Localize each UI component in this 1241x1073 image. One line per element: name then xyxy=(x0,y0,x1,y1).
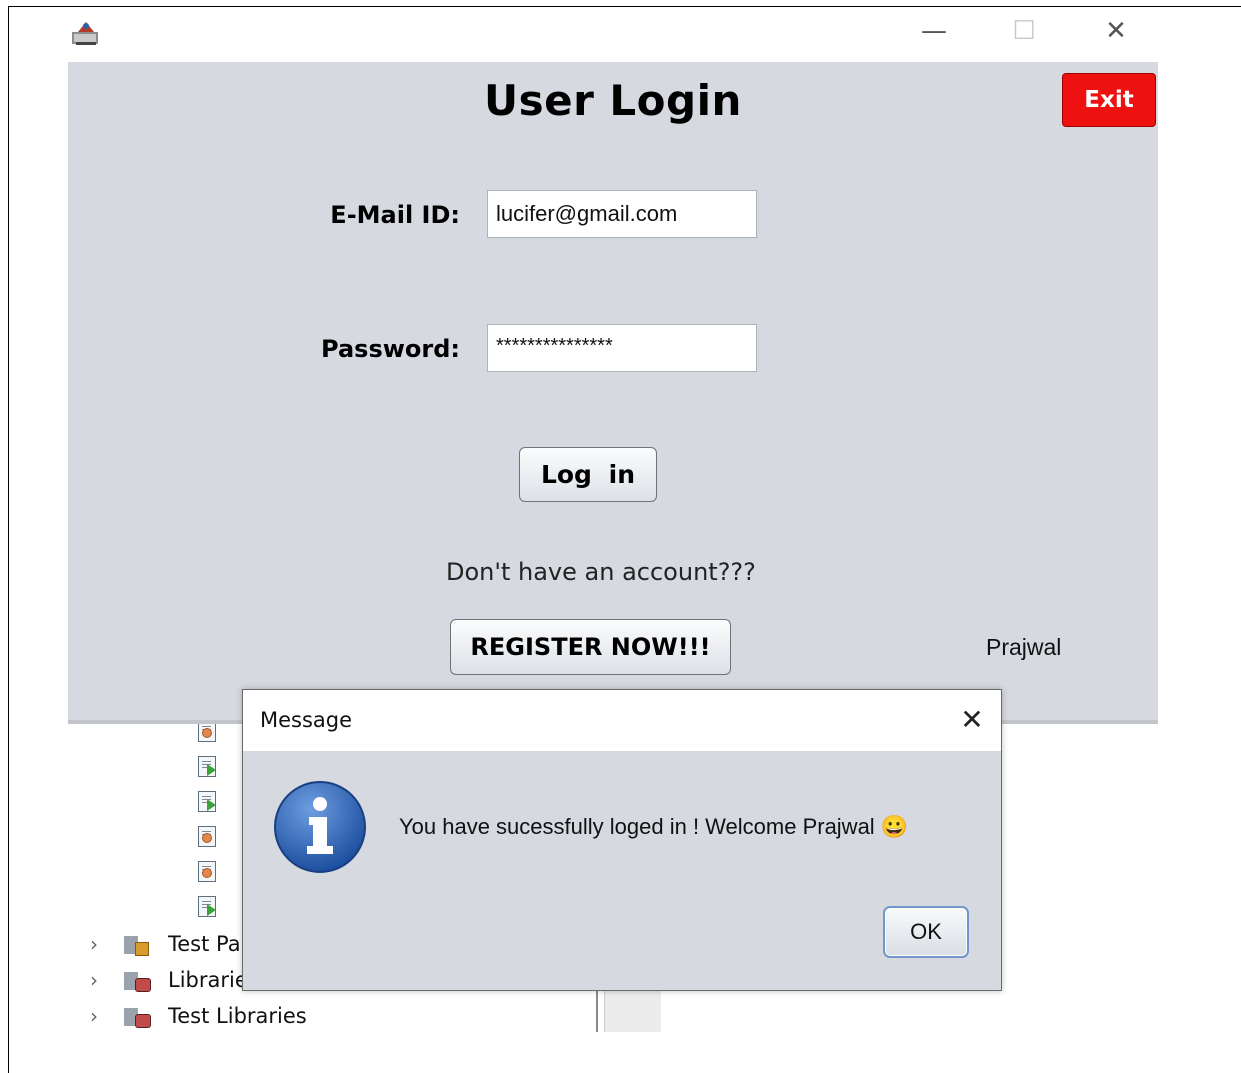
runnable-file-icon[interactable] xyxy=(195,893,227,919)
runnable-file-icon[interactable] xyxy=(195,753,227,779)
no-account-text: Don't have an account??? xyxy=(446,558,756,586)
close-icon[interactable]: ✕ xyxy=(957,702,987,736)
runnable-file-icon[interactable] xyxy=(195,788,227,814)
panel-divider[interactable] xyxy=(596,990,598,1032)
minimize-icon[interactable]: — xyxy=(914,14,954,48)
email-label: E-Mail ID: xyxy=(330,201,460,229)
window-titlebar[interactable] xyxy=(68,10,1158,62)
tree-item-libraries[interactable]: › Librarie xyxy=(90,965,248,995)
tree-item-label: Test Libraries xyxy=(168,1004,307,1028)
maximize-icon[interactable]: ☐ xyxy=(1004,14,1044,48)
tree-item-test-packages[interactable]: › Test Pa xyxy=(90,929,241,959)
chevron-right-icon[interactable]: › xyxy=(90,932,104,956)
form-file-icon[interactable] xyxy=(195,858,227,884)
java-app-icon xyxy=(72,22,98,45)
email-field[interactable]: lucifer@gmail.com xyxy=(487,190,757,238)
dialog-titlebar[interactable]: Message ✕ xyxy=(243,690,1001,751)
close-icon[interactable]: ✕ xyxy=(1096,14,1136,48)
exit-button[interactable]: Exit xyxy=(1062,73,1156,127)
chevron-right-icon[interactable]: › xyxy=(90,968,104,992)
tree-item-label: Librarie xyxy=(168,968,248,992)
test-packages-folder-icon xyxy=(124,934,150,956)
page-title: User Login xyxy=(484,76,742,125)
test-libraries-folder-icon xyxy=(124,1006,151,1028)
ok-button[interactable]: OK xyxy=(883,906,969,958)
libraries-folder-icon xyxy=(124,970,151,992)
password-label: Password: xyxy=(321,335,460,363)
chevron-right-icon[interactable]: › xyxy=(90,1004,104,1028)
frame-line xyxy=(1160,6,1241,7)
login-button[interactable]: Log in xyxy=(519,447,657,502)
author-credit: Prajwal xyxy=(986,634,1062,660)
tree-item-test-libraries[interactable]: › Test Libraries xyxy=(90,1001,307,1031)
dialog-title: Message xyxy=(260,708,353,732)
register-button[interactable]: REGISTER NOW!!! xyxy=(450,619,731,675)
panel-area xyxy=(604,990,661,1032)
dialog-message: You have sucessfully loged in ! Welcome … xyxy=(399,814,909,839)
info-icon xyxy=(274,781,366,873)
tree-item-label: Test Pa xyxy=(168,932,241,956)
password-field[interactable]: *************** xyxy=(487,324,757,372)
message-dialog: Message ✕ You have sucessfully loged in … xyxy=(242,689,1002,991)
form-file-icon[interactable] xyxy=(195,823,227,849)
